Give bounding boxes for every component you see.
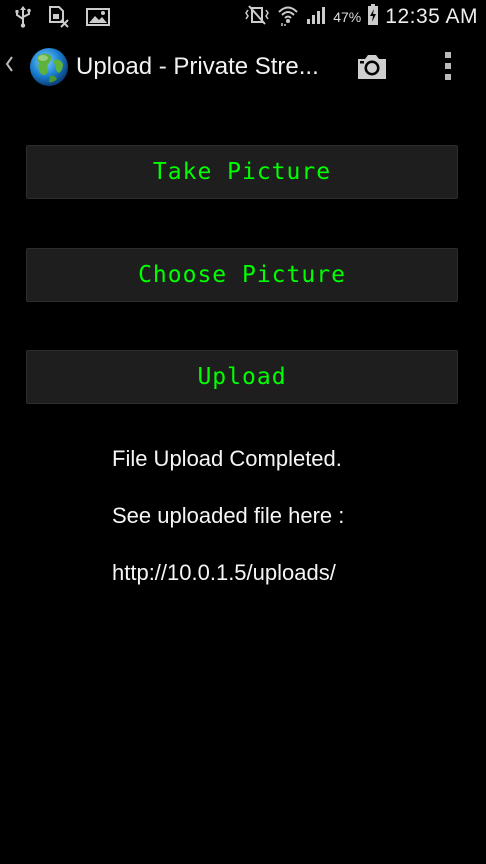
image-notification-icon [86,7,110,32]
usb-icon [14,6,32,33]
battery-charging-icon [367,3,379,31]
vibrate-mute-icon [243,4,271,30]
camera-icon[interactable] [354,51,390,83]
globe-icon[interactable] [28,46,70,88]
sim-error-icon [48,6,70,33]
back-chevron-icon[interactable] [4,55,14,78]
overflow-menu-icon[interactable] [438,48,458,84]
battery-percent: 47% [333,9,362,25]
uploaded-file-hint-text: See uploaded file here : [112,503,345,528]
app-title: Upload - Private Stre... [76,53,319,80]
wifi-icon [277,4,299,31]
choose-picture-button[interactable]: Choose Picture [26,248,458,302]
signal-icon [305,5,327,30]
uploaded-file-url[interactable]: http://10.0.1.5/uploads/ [112,560,336,586]
clock: 12:35 AM [385,5,478,28]
upload-status-text: File Upload Completed. [112,446,342,471]
take-picture-button[interactable]: Take Picture [26,145,458,199]
upload-button[interactable]: Upload [26,350,458,404]
status-bar-right: 47% 12:35 AM [243,3,478,31]
status-bar: 47% 12:35 AM [0,0,486,34]
status-bar-left [14,6,110,33]
action-bar: Upload - Private Stre... [0,34,486,100]
